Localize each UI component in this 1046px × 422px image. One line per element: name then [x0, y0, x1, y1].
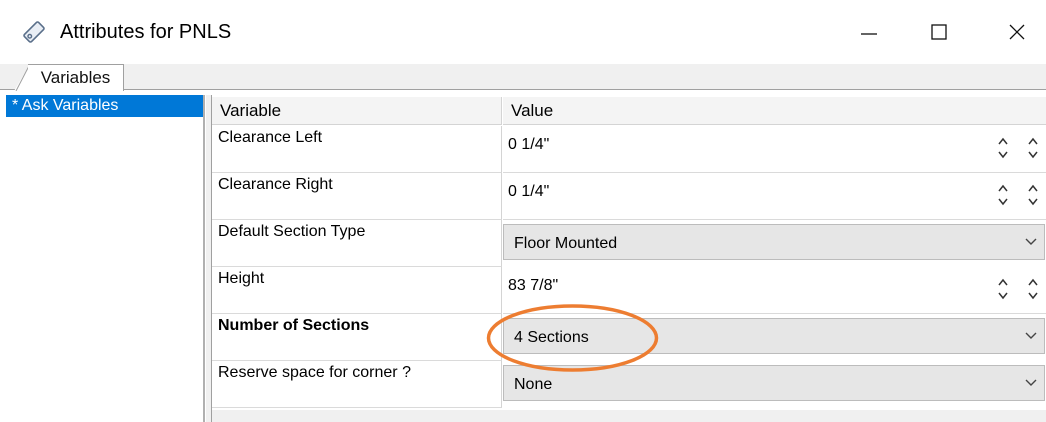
value-text[interactable]: 0 1/4" [508, 136, 549, 154]
chevron-down-icon[interactable] [1027, 291, 1039, 301]
grid-empty-area [212, 410, 1046, 422]
chevron-up-icon[interactable] [1027, 277, 1039, 287]
close-button[interactable] [994, 14, 1040, 50]
chevron-up-icon[interactable] [1027, 183, 1039, 193]
variable-name-cell: Default Section Type [212, 220, 502, 267]
value-cell[interactable]: 83 7/8" [503, 267, 1046, 314]
variable-name-cell: Clearance Left [212, 126, 502, 173]
table-row: Reserve space for corner ? None [212, 361, 1046, 408]
chevron-down-icon[interactable] [1024, 237, 1038, 247]
tag-icon [20, 20, 48, 44]
left-item-ask-variables[interactable]: * Ask Variables [6, 95, 203, 117]
variable-groups-panel: * Ask Variables [4, 95, 205, 422]
variable-name-cell: Number of Sections [212, 314, 502, 361]
dropdown-selected-value: Floor Mounted [514, 235, 618, 252]
chevron-down-icon[interactable] [997, 150, 1009, 160]
minimize-icon [861, 33, 877, 35]
maximize-button[interactable] [916, 14, 962, 50]
table-row: Clearance Right 0 1/4" [212, 173, 1046, 220]
table-row: Number of Sections 4 Sections [212, 314, 1046, 361]
tab-variables[interactable]: Variables [28, 64, 124, 91]
column-header-value[interactable]: Value [503, 97, 1046, 125]
chevron-up-icon[interactable] [997, 183, 1009, 193]
tab-strip [0, 64, 1046, 90]
table-row: Height 83 7/8" [212, 267, 1046, 314]
maximize-icon [931, 24, 947, 40]
chevron-down-icon[interactable] [997, 291, 1009, 301]
chevron-down-icon[interactable] [1024, 378, 1038, 388]
section-type-dropdown[interactable]: Floor Mounted [503, 224, 1045, 260]
number-of-sections-dropdown[interactable]: 4 Sections [503, 318, 1045, 354]
chevron-up-icon[interactable] [997, 277, 1009, 287]
chevron-up-icon[interactable] [997, 136, 1009, 146]
title-bar: Attributes for PNLS [0, 0, 1046, 64]
table-row: Default Section Type Floor Mounted [212, 220, 1046, 267]
value-text[interactable]: 83 7/8" [508, 277, 558, 295]
chevron-down-icon[interactable] [1024, 331, 1038, 341]
dropdown-selected-value: 4 Sections [514, 329, 589, 346]
chevron-down-icon[interactable] [997, 197, 1009, 207]
minimize-button[interactable] [846, 14, 892, 50]
close-icon [1009, 24, 1025, 40]
window-title: Attributes for PNLS [60, 21, 232, 43]
value-spinner[interactable] [981, 277, 1043, 305]
variables-grid: Variable Value Clearance Left 0 1/4" Cle… [212, 95, 1046, 422]
chevron-down-icon[interactable] [1027, 150, 1039, 160]
chevron-down-icon[interactable] [1027, 197, 1039, 207]
reserve-corner-dropdown[interactable]: None [503, 365, 1045, 401]
value-spinner[interactable] [981, 136, 1043, 164]
value-spinner[interactable] [981, 183, 1043, 211]
variable-name-cell: Height [212, 267, 502, 314]
variable-name-cell: Clearance Right [212, 173, 502, 220]
table-row: Clearance Left 0 1/4" [212, 126, 1046, 173]
value-cell[interactable]: 0 1/4" [503, 173, 1046, 220]
column-header-variable[interactable]: Variable [212, 97, 502, 125]
value-cell[interactable]: 0 1/4" [503, 126, 1046, 173]
variable-name-cell: Reserve space for corner ? [212, 361, 502, 408]
value-text[interactable]: 0 1/4" [508, 183, 549, 201]
chevron-up-icon[interactable] [1027, 136, 1039, 146]
dropdown-selected-value: None [514, 376, 553, 393]
